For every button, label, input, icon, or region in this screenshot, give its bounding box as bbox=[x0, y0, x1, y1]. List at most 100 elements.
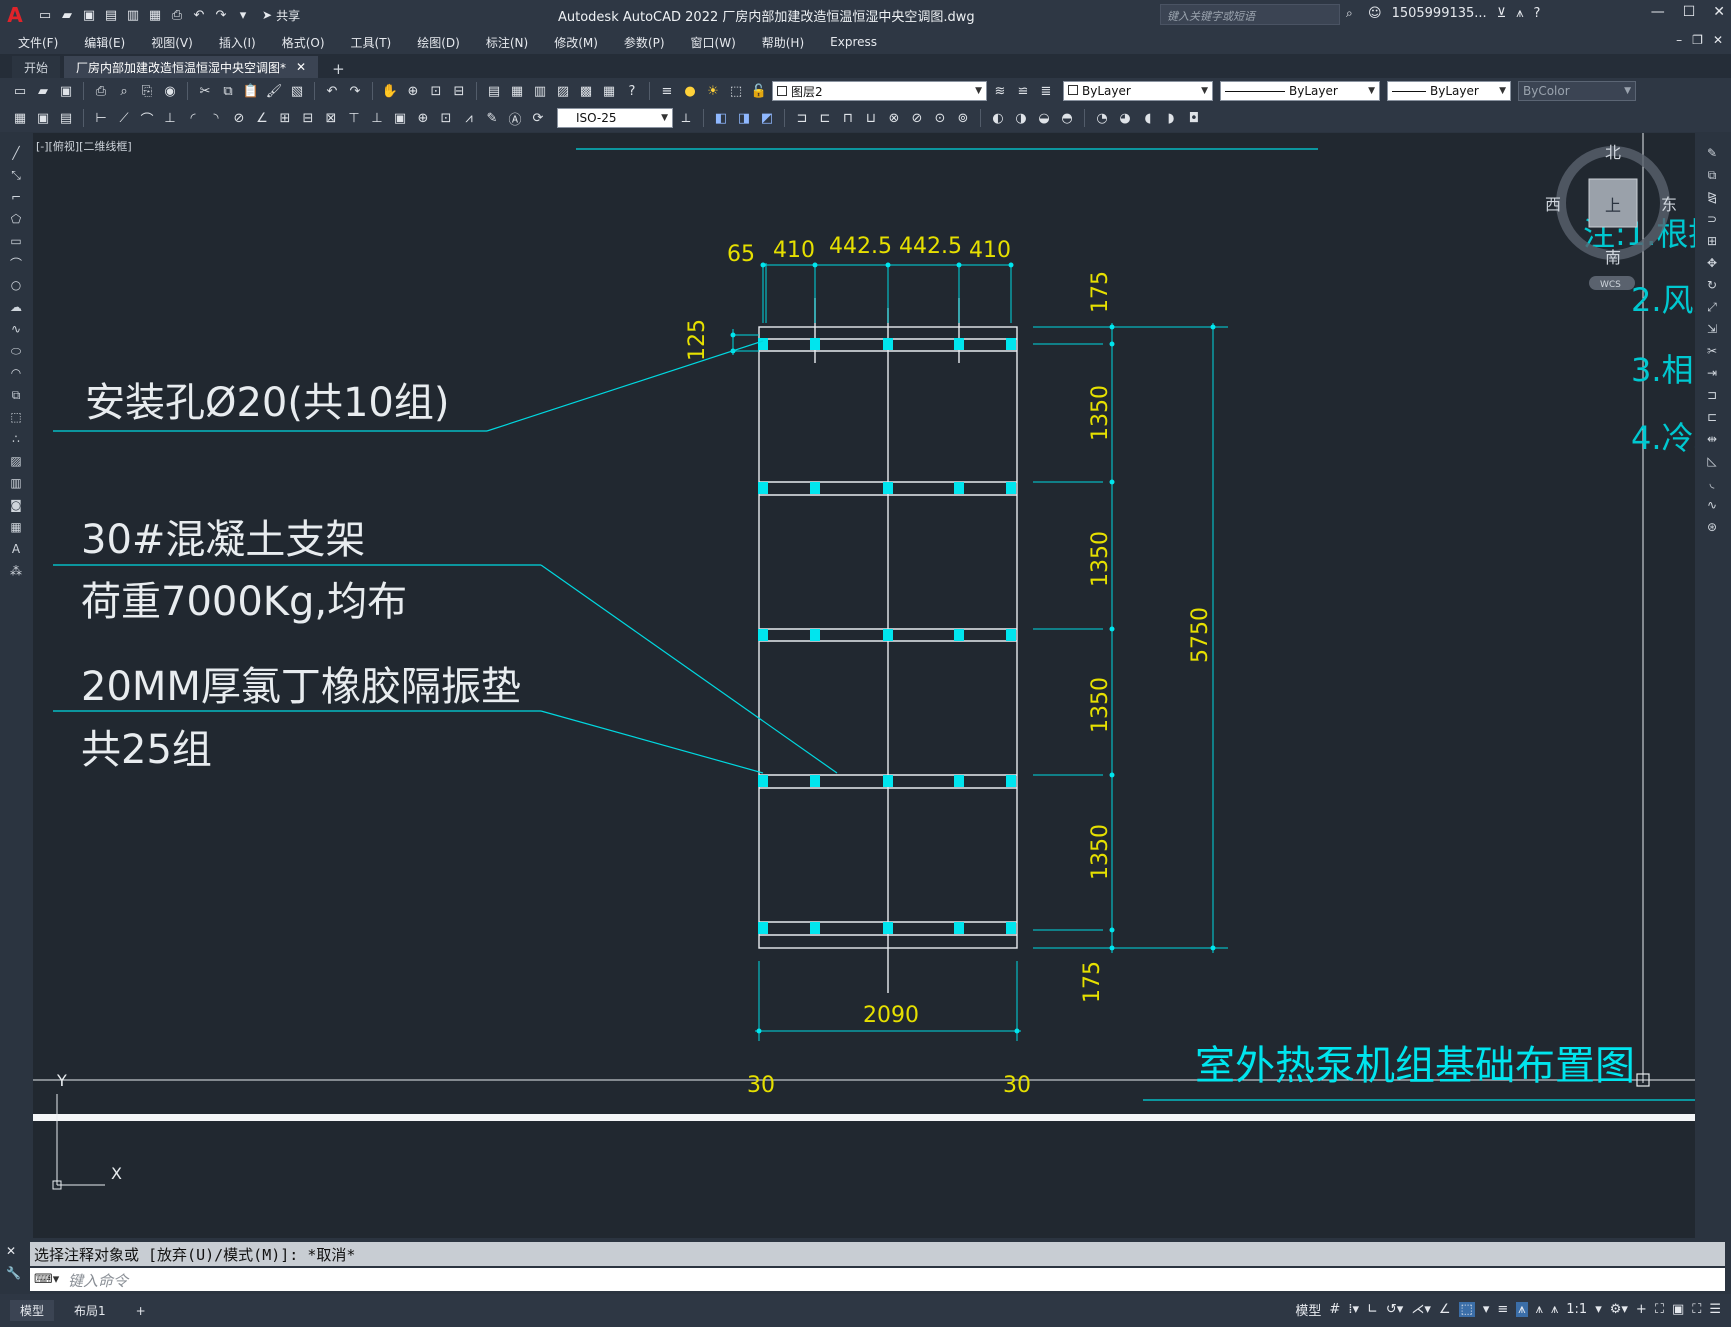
cut-icon[interactable]: ✂ bbox=[195, 81, 215, 101]
array-icon[interactable]: ⊞ bbox=[1703, 232, 1721, 250]
plot-icon[interactable]: ⎙ bbox=[168, 6, 186, 24]
gradient-icon[interactable]: ▥ bbox=[7, 474, 25, 492]
zoom-realtime-icon[interactable]: ⊕ bbox=[403, 81, 423, 101]
view-icon[interactable]: ◕ bbox=[1115, 108, 1135, 128]
center-mark-icon[interactable]: ⊕ bbox=[413, 108, 433, 128]
move-icon[interactable]: ✥ bbox=[1703, 254, 1721, 272]
menu-item[interactable]: 编辑(E) bbox=[84, 34, 125, 51]
ortho-icon[interactable]: ∟ bbox=[1367, 1302, 1378, 1317]
stretch-icon[interactable]: ⇲ bbox=[1703, 320, 1721, 338]
circle-icon[interactable]: ○ bbox=[7, 276, 25, 294]
revcloud-icon[interactable]: ☁ bbox=[7, 298, 25, 316]
help-icon[interactable]: ? bbox=[622, 81, 642, 101]
tab-start[interactable]: 开始 bbox=[12, 56, 61, 78]
polygon-icon[interactable]: ⬠ bbox=[7, 210, 25, 228]
open-web-icon[interactable]: ▥ bbox=[124, 6, 142, 24]
lineweight-icon[interactable]: ≡ bbox=[1497, 1302, 1508, 1317]
layer-previous-icon[interactable]: ≌ bbox=[1013, 81, 1033, 101]
grid-icon[interactable]: # bbox=[1329, 1302, 1340, 1317]
properties-icon[interactable]: ▤ bbox=[484, 81, 504, 101]
trim-icon[interactable]: ✂ bbox=[1703, 342, 1721, 360]
save-icon[interactable]: ▣ bbox=[56, 81, 76, 101]
render-icon[interactable]: ◘ bbox=[1184, 108, 1204, 128]
dim-ordinate-icon[interactable]: ⊥ bbox=[160, 108, 180, 128]
search-input[interactable]: 键入关键字或短语 bbox=[1160, 4, 1340, 25]
side-view-icon[interactable]: ◗ bbox=[1161, 108, 1181, 128]
polyline-icon[interactable]: ⌐ bbox=[7, 188, 25, 206]
menu-item[interactable]: 插入(I) bbox=[219, 34, 256, 51]
offset-icon[interactable]: ⊃ bbox=[1703, 210, 1721, 228]
layer-on-icon[interactable]: ● bbox=[680, 81, 700, 101]
save-web-icon[interactable]: ▦ bbox=[146, 6, 164, 24]
color-dropdown[interactable]: ByLayer ▼ bbox=[1063, 81, 1213, 101]
scale-icon[interactable]: ⤢ bbox=[1703, 298, 1721, 316]
layer-current-icon[interactable]: ≋ bbox=[990, 81, 1010, 101]
quick-dim-icon[interactable]: ⊞ bbox=[275, 108, 295, 128]
layer-dropdown[interactable]: 图层2 ▼ bbox=[772, 81, 987, 101]
shell-icon[interactable]: ◓ bbox=[1057, 108, 1077, 128]
snap-icon[interactable]: ⁞▾ bbox=[1348, 1302, 1359, 1317]
sheetset-icon[interactable]: ▨ bbox=[553, 81, 573, 101]
user-icon[interactable]: ☺ bbox=[1368, 6, 1382, 21]
recent-commands-icon[interactable]: ⌨▾ bbox=[34, 1272, 59, 1287]
hardware-accel-icon[interactable]: ▣ bbox=[1672, 1302, 1684, 1317]
add-layout-button[interactable]: + bbox=[126, 1302, 156, 1320]
edit-icon[interactable]: ▣ bbox=[33, 108, 53, 128]
doc-restore-icon[interactable]: ❐ bbox=[1692, 33, 1703, 47]
markup-icon[interactable]: ▩ bbox=[576, 81, 596, 101]
dim-linear-icon[interactable]: ⊢ bbox=[91, 108, 111, 128]
search-icon[interactable]: ⌕ bbox=[1346, 6, 1353, 21]
customization-icon[interactable]: ☰ bbox=[1709, 1302, 1721, 1317]
workspace-gear-icon[interactable]: ⚙▾ bbox=[1610, 1302, 1628, 1317]
chamfer-icon[interactable]: ◺ bbox=[1703, 452, 1721, 470]
scale-dropdown-icon[interactable]: ▾ bbox=[1595, 1302, 1602, 1317]
new-icon[interactable]: ▭ bbox=[36, 6, 54, 24]
layer-viewport-icon[interactable]: ⬚ bbox=[726, 81, 746, 101]
make-block-icon[interactable]: ⬚ bbox=[7, 408, 25, 426]
autodesk-app-icon[interactable]: ⩚ bbox=[1516, 6, 1523, 21]
save-icon[interactable]: ▣ bbox=[80, 6, 98, 24]
add-selected-icon[interactable]: ⁂ bbox=[7, 562, 25, 580]
pan-icon[interactable]: ✋ bbox=[380, 81, 400, 101]
dim-text-edit-icon[interactable]: Ⓐ bbox=[505, 108, 525, 128]
line-icon[interactable]: ╱ bbox=[7, 144, 25, 162]
zoom-window-icon[interactable]: ⊡ bbox=[426, 81, 446, 101]
erase-icon[interactable]: ✎ bbox=[1703, 144, 1721, 162]
offset-faces-icon[interactable]: ⊓ bbox=[838, 108, 858, 128]
autocad-logo-icon[interactable]: A bbox=[0, 0, 30, 30]
extrude-faces-icon[interactable]: ⊐ bbox=[792, 108, 812, 128]
3dprint-icon[interactable]: ◉ bbox=[160, 81, 180, 101]
help-icon[interactable]: ? bbox=[1534, 6, 1541, 21]
check-icon[interactable]: ◔ bbox=[1092, 108, 1112, 128]
cart-icon[interactable]: ⊻ bbox=[1497, 6, 1507, 21]
menu-item[interactable]: 格式(O) bbox=[282, 34, 325, 51]
break-icon[interactable]: ⊏ bbox=[1703, 408, 1721, 426]
isolate-objects-icon[interactable]: ⛶ bbox=[1655, 1302, 1664, 1317]
new-tab-button[interactable]: + bbox=[322, 60, 355, 78]
dim-arc-icon[interactable]: ⌒ bbox=[137, 108, 157, 128]
color-faces-icon[interactable]: ⊚ bbox=[953, 108, 973, 128]
extend-icon[interactable]: ⇥ bbox=[1703, 364, 1721, 382]
isodraft-icon[interactable]: ⋌▾ bbox=[1411, 1302, 1431, 1317]
open-icon[interactable]: ▰ bbox=[58, 6, 76, 24]
customize-command-icon[interactable]: 🔧 bbox=[6, 1266, 21, 1280]
saveas-icon[interactable]: ▤ bbox=[102, 6, 120, 24]
menu-item[interactable]: 帮助(H) bbox=[762, 34, 804, 51]
table-icon[interactable]: ▦ bbox=[7, 518, 25, 536]
intersect-icon[interactable]: ◩ bbox=[757, 108, 777, 128]
arc-icon[interactable]: ⌒ bbox=[7, 254, 25, 272]
calculator-icon[interactable]: ▦ bbox=[599, 81, 619, 101]
open-icon[interactable]: ▰ bbox=[33, 81, 53, 101]
close-icon[interactable]: ✕ bbox=[1713, 4, 1725, 20]
clean-screen-icon[interactable]: ⛶ bbox=[1692, 1302, 1701, 1317]
add-icon[interactable]: + bbox=[1636, 1302, 1647, 1317]
annotation-visibility-icon[interactable]: ⩚ bbox=[1516, 1302, 1528, 1317]
move-faces-icon[interactable]: ⊏ bbox=[815, 108, 835, 128]
dim-space-icon[interactable]: ⊤ bbox=[344, 108, 364, 128]
menu-item[interactable]: 标注(N) bbox=[486, 34, 528, 51]
minimize-icon[interactable]: — bbox=[1651, 4, 1665, 20]
tolerance-icon[interactable]: ▣ bbox=[390, 108, 410, 128]
designcenter-icon[interactable]: ▦ bbox=[507, 81, 527, 101]
plot-icon[interactable]: ⎙ bbox=[91, 81, 111, 101]
mtext-icon[interactable]: A bbox=[7, 540, 25, 558]
